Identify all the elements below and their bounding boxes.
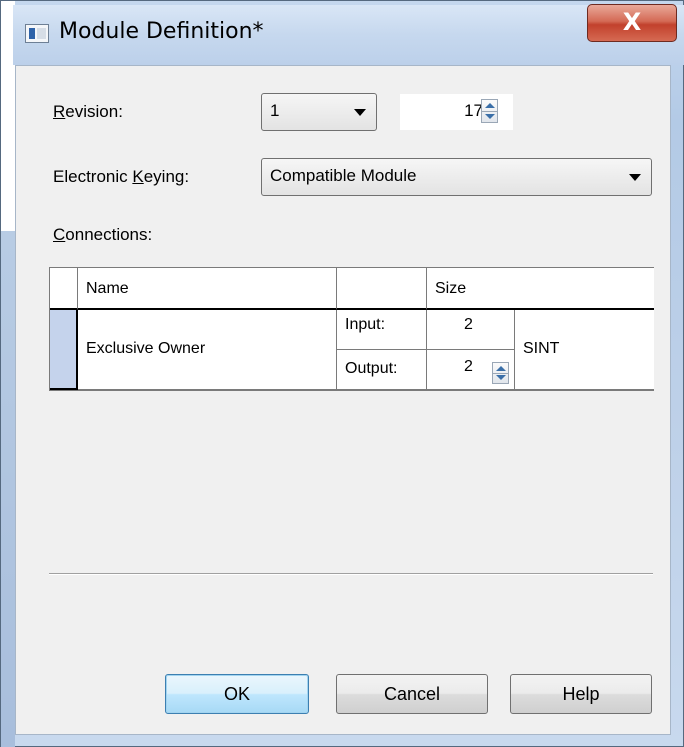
data-type-cell[interactable]: SINT bbox=[515, 310, 654, 390]
module-icon[interactable] bbox=[25, 24, 49, 43]
electronic-keying-label: Electronic Keying: bbox=[53, 167, 190, 186]
electronic-keying-accelerator: K bbox=[132, 167, 144, 186]
output-label: Output: bbox=[345, 360, 398, 377]
revision-label: Revision: bbox=[53, 102, 123, 122]
data-type-value: SINT bbox=[523, 340, 560, 357]
close-button[interactable]: X bbox=[587, 4, 677, 42]
separator-line bbox=[49, 573, 653, 575]
revision-minor-spinner-icon[interactable] bbox=[481, 99, 498, 123]
row-selector[interactable] bbox=[50, 310, 78, 390]
electronic-keying-value: Compatible Module bbox=[270, 166, 417, 185]
connections-label: Connections: bbox=[53, 225, 152, 245]
spin-down-icon[interactable] bbox=[485, 114, 495, 119]
close-icon: X bbox=[622, 8, 642, 36]
connections-table[interactable]: Name Size Exclusive Owner Input: 2 Outpu… bbox=[49, 267, 654, 391]
connections-label-rest: onnections: bbox=[65, 225, 153, 244]
window-frame-left bbox=[1, 1, 15, 747]
revision-major-value: 1 bbox=[270, 101, 280, 120]
output-size-spinner-icon[interactable] bbox=[492, 362, 509, 384]
help-button[interactable]: Help bbox=[510, 674, 652, 714]
spin-down-icon[interactable] bbox=[496, 375, 506, 380]
revision-major-combo[interactable]: 1 bbox=[261, 93, 377, 131]
output-label-cell: Output: bbox=[337, 350, 427, 390]
window-title: Module Definition* bbox=[59, 19, 264, 44]
spinner-divider bbox=[493, 373, 508, 374]
ok-button[interactable]: OK bbox=[165, 674, 309, 714]
input-label: Input: bbox=[345, 316, 386, 333]
connections-accelerator: C bbox=[53, 225, 66, 244]
dialog-client: Revision: 1 17 Electronic Keying: Compat… bbox=[15, 65, 671, 735]
dialog-window: Module Definition* X Revision: 1 17 Elec… bbox=[0, 0, 684, 747]
revision-label-rest: evision: bbox=[65, 102, 123, 121]
spin-up-icon[interactable] bbox=[496, 366, 506, 371]
connection-name: Exclusive Owner bbox=[86, 340, 206, 357]
cancel-button[interactable]: Cancel bbox=[336, 674, 488, 714]
chevron-down-icon[interactable] bbox=[629, 174, 641, 181]
column-header-direction[interactable] bbox=[337, 268, 427, 310]
revision-label-accelerator: R bbox=[53, 102, 66, 121]
electronic-keying-label-rest: eying: bbox=[143, 167, 190, 186]
input-size-value: 2 bbox=[464, 316, 473, 333]
electronic-keying-combo[interactable]: Compatible Module bbox=[261, 158, 652, 196]
column-header-name[interactable]: Name bbox=[78, 268, 337, 310]
chevron-down-icon[interactable] bbox=[354, 109, 366, 116]
input-label-cell: Input: bbox=[337, 310, 427, 350]
spin-up-icon[interactable] bbox=[485, 103, 495, 108]
table-corner bbox=[50, 268, 78, 310]
column-header-size[interactable]: Size bbox=[427, 268, 654, 310]
output-size-value: 2 bbox=[464, 358, 473, 375]
input-size-cell[interactable]: 2 bbox=[427, 310, 515, 350]
electronic-keying-label-text: tronic bbox=[86, 167, 133, 186]
spinner-divider bbox=[482, 111, 497, 112]
table-row-name-cell[interactable]: Exclusive Owner bbox=[78, 310, 337, 390]
